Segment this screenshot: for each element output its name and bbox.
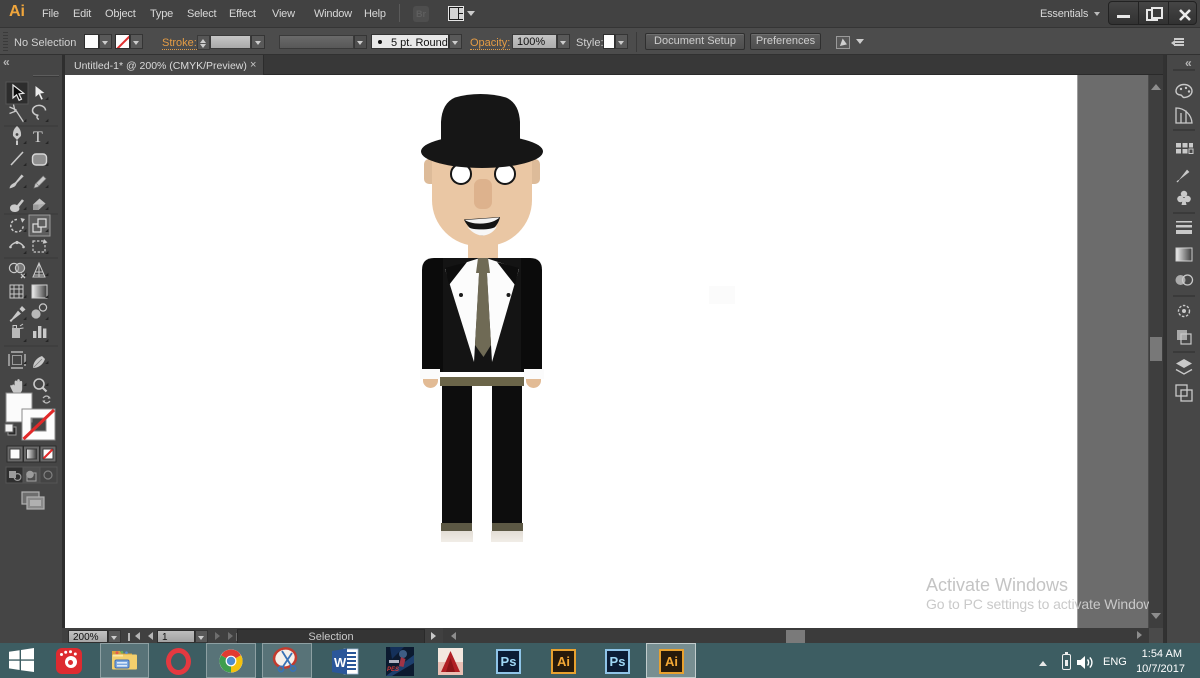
svg-text:W: W xyxy=(334,655,347,670)
svg-text:«: « xyxy=(3,55,10,69)
svg-text:T: T xyxy=(33,129,43,146)
svg-text:PES: PES xyxy=(387,667,399,673)
svg-text:«: « xyxy=(1185,56,1192,70)
